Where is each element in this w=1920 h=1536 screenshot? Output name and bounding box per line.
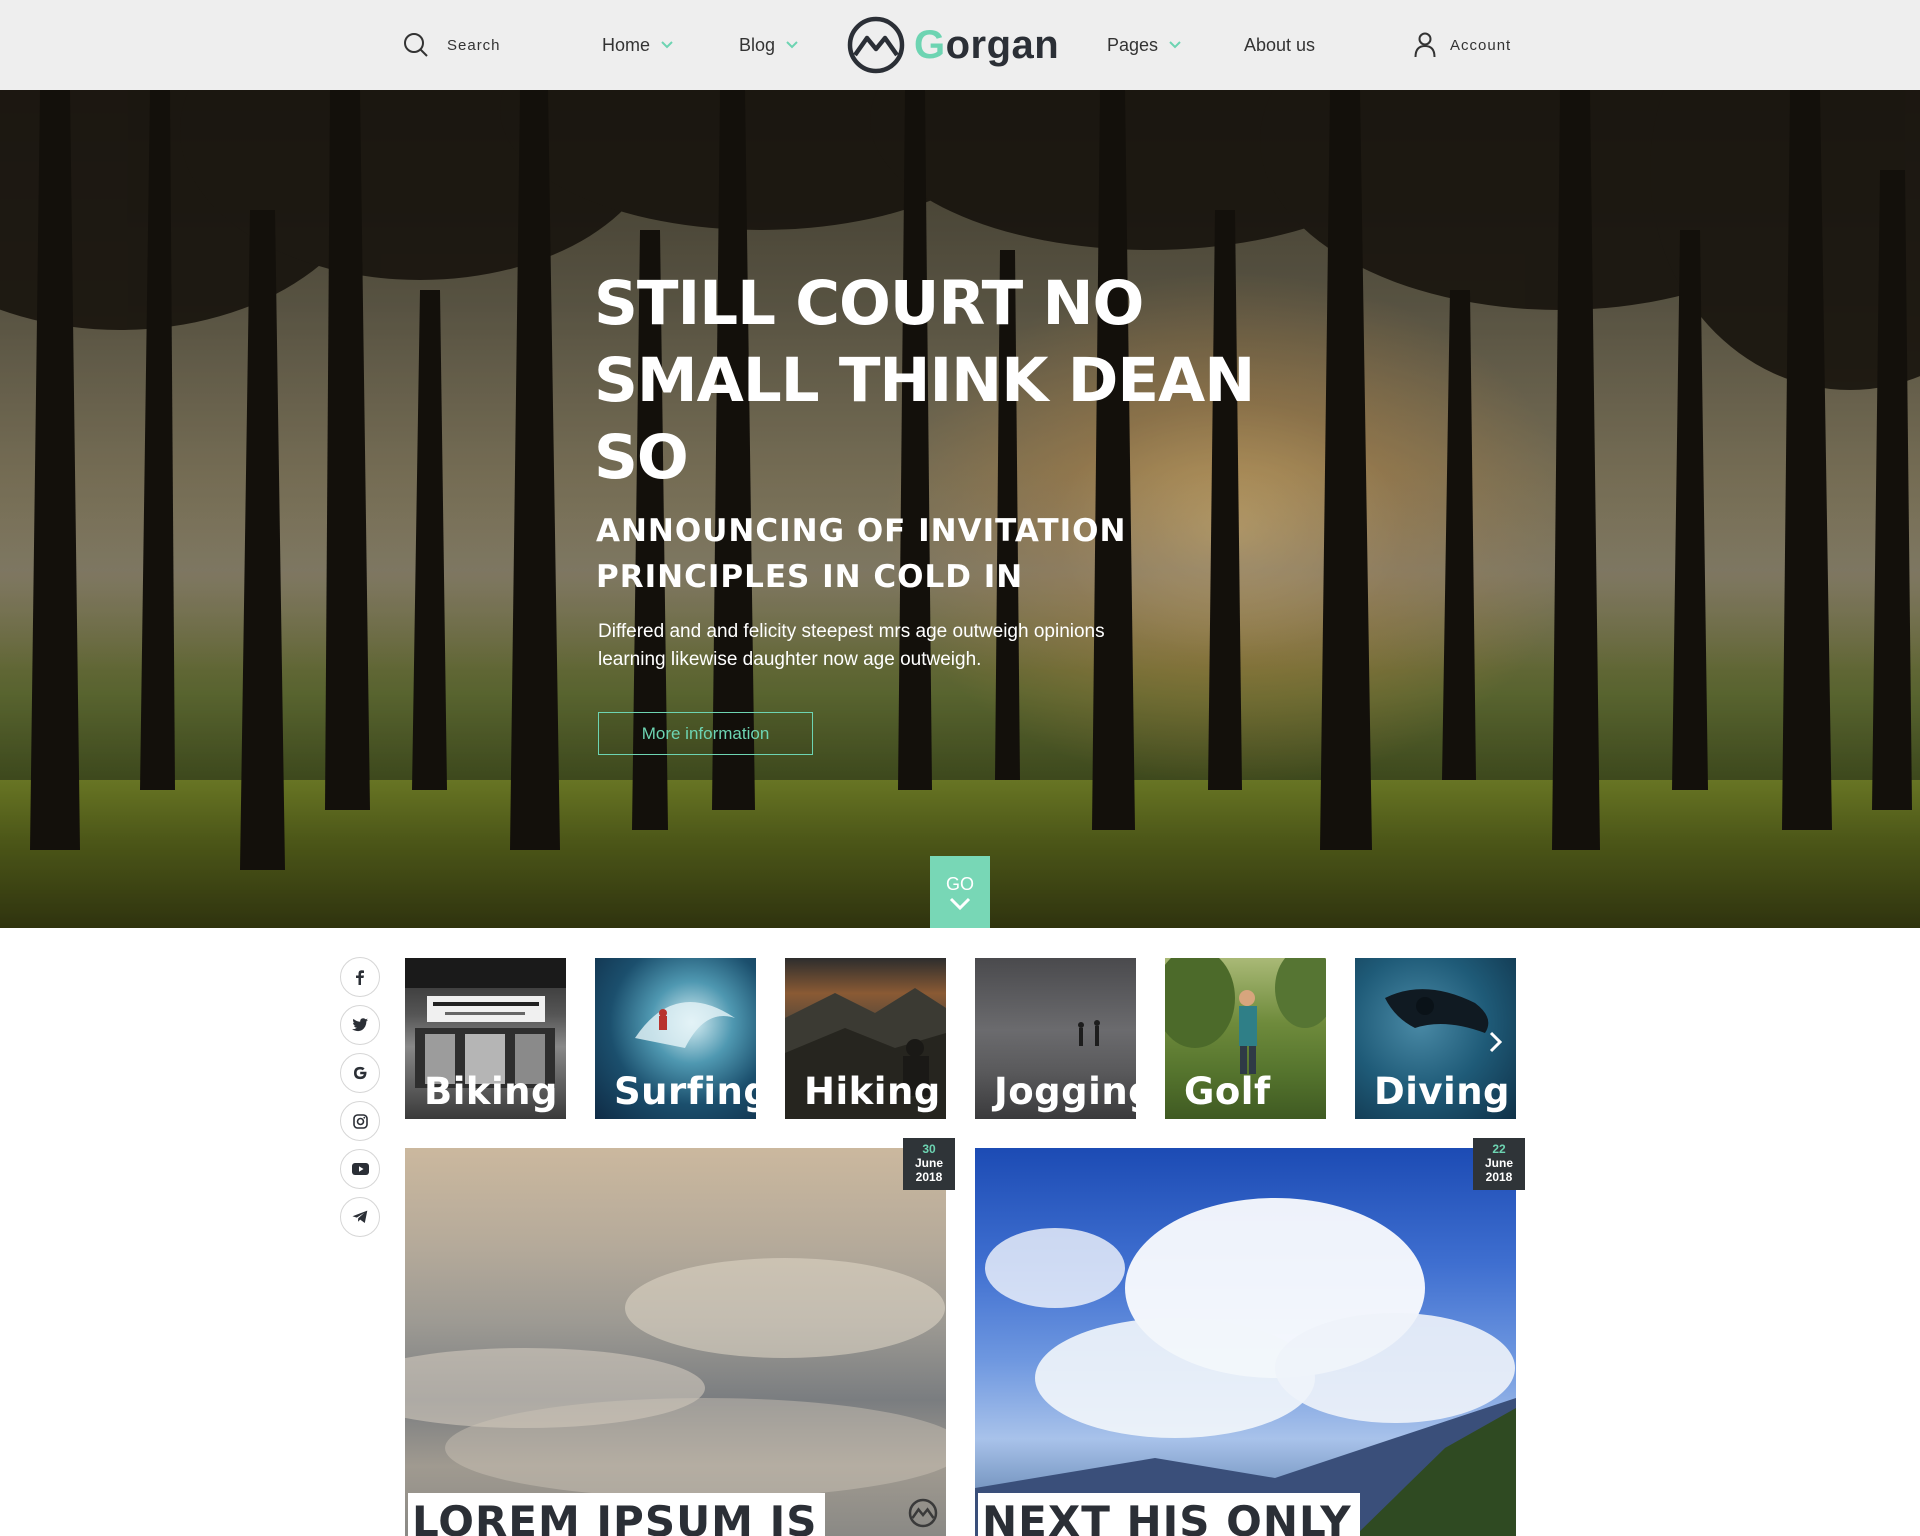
post-day: 22 <box>1492 1142 1506 1156</box>
nav-home[interactable]: Home <box>602 0 674 90</box>
chevron-down-icon <box>949 897 971 911</box>
google-icon <box>354 1066 367 1080</box>
clouds-image <box>405 1258 946 1498</box>
hero-subtitle: ANNOUNCING OF INVITATION PRINCIPLES IN C… <box>596 508 1216 600</box>
category-tile-hiking[interactable]: Hiking <box>785 958 946 1119</box>
chevron-down-icon <box>786 41 798 49</box>
instagram-link[interactable] <box>340 1101 380 1141</box>
category-label: Biking <box>424 1070 558 1113</box>
hero-description-line: learning likewise daughter now age outwe… <box>598 649 982 670</box>
nav-blog-label: Blog <box>739 34 776 55</box>
category-tile-jogging[interactable]: Jogging <box>975 958 1136 1119</box>
category-label: Surfing <box>614 1070 756 1113</box>
post-date-badge: 30 June 2018 <box>903 1138 955 1190</box>
post-year: 2018 <box>1485 1170 1513 1184</box>
search-icon <box>404 33 428 57</box>
category-label: Jogging <box>994 1070 1136 1113</box>
nav-pages-label: Pages <box>1107 34 1159 55</box>
site-header: Search Home Blog Gorgan Pages About us A… <box>0 0 1920 90</box>
post-title: NEXT HIS ONLY <box>982 1497 1352 1536</box>
chevron-right-icon[interactable] <box>1486 1030 1506 1054</box>
search-label: Search <box>447 36 501 54</box>
post-month: June <box>1484 1156 1513 1170</box>
category-label: Hiking <box>804 1070 941 1113</box>
social-links <box>340 957 380 1245</box>
nav-home-label: Home <box>602 34 651 55</box>
facebook-icon <box>356 970 364 985</box>
instagram-icon <box>352 1113 368 1129</box>
go-label: GO <box>945 874 974 894</box>
more-information-button[interactable]: More information <box>598 712 813 755</box>
post-date-badge: 22 June 2018 <box>1473 1138 1525 1190</box>
scroll-down-button[interactable]: GO <box>930 856 990 928</box>
youtube-link[interactable] <box>340 1149 380 1189</box>
post-title-box: NEXT HIS ONLY <box>978 1493 1360 1536</box>
post-title-box: LOREM IPSUM IS <box>408 1493 826 1536</box>
mountain-logo-icon <box>908 1498 938 1528</box>
category-tile-biking[interactable]: Biking <box>405 958 566 1119</box>
mountain-logo-icon <box>847 16 905 74</box>
twitter-icon <box>352 1018 368 1032</box>
category-tile-golf[interactable]: Golf <box>1165 958 1326 1119</box>
hero-banner: STILL COURT NO SMALL THINK DEAN SO ANNOU… <box>0 90 1920 928</box>
hero-title-line: STILL COURT NO <box>594 268 1144 339</box>
twitter-link[interactable] <box>340 1005 380 1045</box>
sky-clouds-image <box>975 1198 1516 1536</box>
hero-description: Differed and and felicity steepest mrs a… <box>598 618 1198 674</box>
youtube-icon <box>351 1163 369 1175</box>
post-month: June <box>914 1156 943 1170</box>
chevron-down-icon <box>661 41 673 49</box>
account-label: Account <box>1450 36 1512 54</box>
chevron-down-icon <box>1169 41 1181 49</box>
post-card[interactable]: NEXT HIS ONLY <box>975 1148 1516 1536</box>
category-tile-diving[interactable]: Diving <box>1355 958 1516 1119</box>
nav-about[interactable]: About us <box>1244 0 1315 90</box>
nav-about-label: About us <box>1244 34 1316 55</box>
telegram-icon <box>352 1210 368 1223</box>
hero-title-line: SMALL THINK DEAN <box>594 345 1255 416</box>
post-card[interactable]: LOREM IPSUM IS <box>405 1148 946 1536</box>
post-year: 2018 <box>915 1170 943 1184</box>
user-icon <box>1414 32 1436 58</box>
facebook-link[interactable] <box>340 957 380 997</box>
hero-subtitle-line: ANNOUNCING OF INVITATION <box>596 513 1127 549</box>
nav-blog[interactable]: Blog <box>739 0 799 90</box>
site-logo[interactable]: Gorgan <box>846 0 1059 90</box>
search-button[interactable]: Search <box>403 0 501 90</box>
post-day: 30 <box>922 1142 936 1156</box>
hero-title-line: SO <box>594 422 689 493</box>
hero-title: STILL COURT NO SMALL THINK DEAN SO <box>594 265 1314 496</box>
category-label: Diving <box>1374 1070 1511 1113</box>
post-title: LOREM IPSUM IS <box>412 1497 818 1536</box>
nav-pages[interactable]: Pages <box>1107 0 1182 90</box>
telegram-link[interactable] <box>340 1197 380 1237</box>
hero-subtitle-line: PRINCIPLES IN COLD IN <box>596 559 1024 595</box>
account-button[interactable]: Account <box>1414 0 1511 90</box>
category-label: Golf <box>1184 1070 1271 1113</box>
logo-first-letter: G <box>914 22 946 67</box>
google-link[interactable] <box>340 1053 380 1093</box>
category-tile-surfing[interactable]: Surfing <box>595 958 756 1119</box>
logo-wordmark: Gorgan <box>914 23 1059 68</box>
logo-rest: organ <box>945 22 1060 67</box>
hero-description-line: Differed and and felicity steepest mrs a… <box>598 621 1105 642</box>
